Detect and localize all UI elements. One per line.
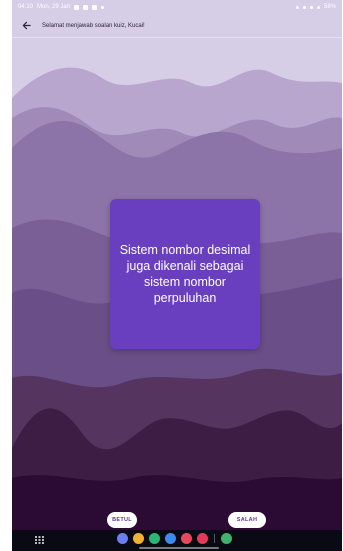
battery-level: 58% — [323, 4, 336, 10]
notification-icon — [74, 4, 80, 10]
status-bar: 04:10 Mon, 29 Jan 58% — [12, 0, 342, 14]
video-icon[interactable] — [197, 533, 208, 544]
home-indicator[interactable] — [139, 547, 219, 549]
dock-separator — [214, 534, 215, 543]
status-date: Mon, 29 Jan — [37, 4, 71, 10]
phone-icon[interactable] — [149, 533, 160, 544]
signal-icon — [316, 5, 320, 9]
notification-icon — [92, 4, 98, 10]
messages-icon[interactable] — [117, 533, 128, 544]
arrow-left-icon — [22, 21, 31, 30]
wifi-icon — [309, 5, 313, 9]
question-card: Sistem nombor desimal juga dikenali seba… — [110, 199, 260, 349]
notification-icon — [83, 4, 89, 10]
page-title: Selamat menjawab soalan kuiz, Kucai! — [42, 22, 145, 29]
app-drawer-icon[interactable] — [35, 536, 44, 544]
chat-icon[interactable] — [165, 533, 176, 544]
question-text: Sistem nombor desimal juga dikenali seba… — [119, 243, 251, 305]
more-notifications-icon — [101, 5, 105, 9]
camera-icon[interactable] — [181, 533, 192, 544]
true-button[interactable]: BETUL — [107, 512, 137, 528]
dock-apps — [117, 533, 232, 544]
back-button[interactable] — [16, 16, 36, 36]
app-window: 04:10 Mon, 29 Jan 58% Selamat menjawab s… — [12, 0, 342, 551]
status-time: 04:10 — [18, 4, 34, 10]
notes-icon[interactable] — [133, 533, 144, 544]
mute-icon — [302, 5, 306, 9]
app-bar: Selamat menjawab soalan kuiz, Kucai! — [12, 14, 342, 38]
false-button[interactable]: SALAH — [228, 512, 266, 528]
bluetooth-icon — [295, 5, 299, 9]
store-icon[interactable] — [221, 533, 232, 544]
